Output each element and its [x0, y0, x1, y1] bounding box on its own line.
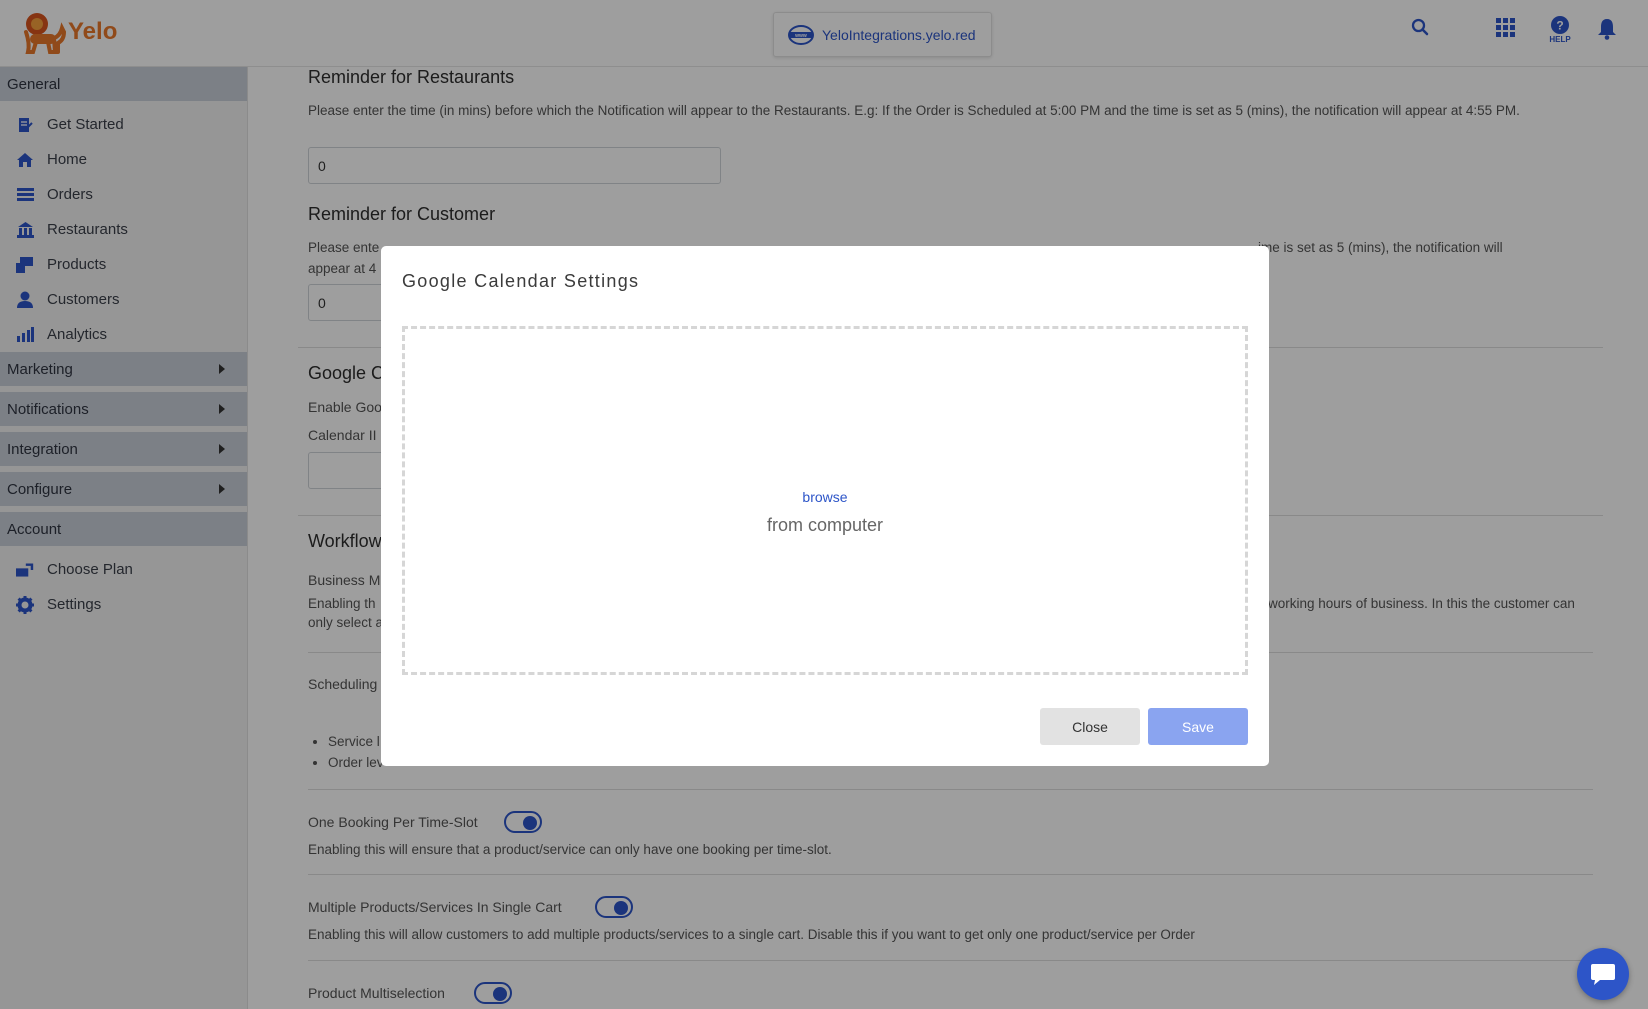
google-calendar-settings-modal: Google Calendar Settings browse from com… [381, 246, 1269, 766]
save-button[interactable]: Save [1148, 708, 1248, 745]
close-button[interactable]: Close [1040, 708, 1140, 745]
from-computer-text: from computer [766, 515, 884, 535]
chat-bubble-icon[interactable] [1577, 948, 1629, 1000]
browse-link[interactable]: browse [405, 489, 1245, 505]
file-dropzone[interactable]: browse from computer [402, 326, 1248, 675]
modal-title: Google Calendar Settings [402, 271, 640, 291]
